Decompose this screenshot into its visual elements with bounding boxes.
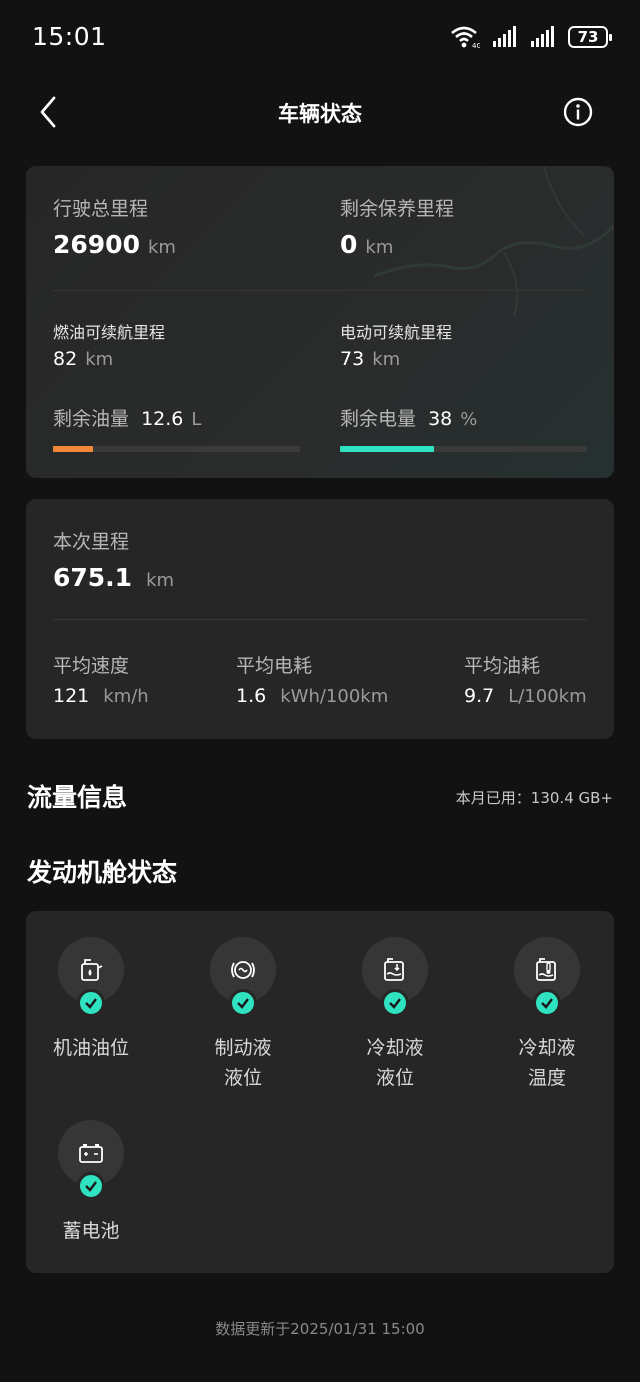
check-icon xyxy=(533,989,561,1017)
trip-mileage-value: 675.1 km xyxy=(53,563,175,592)
check-icon xyxy=(229,989,257,1017)
fuel-remaining: 剩余油量 12.6 L xyxy=(53,408,202,430)
divider xyxy=(53,290,587,291)
avg-elec-label: 平均电耗 xyxy=(236,655,313,677)
ev-range-label: 电动可续航里程 xyxy=(340,323,453,342)
avg-speed-value: 121 km/h xyxy=(53,685,149,707)
oil-can-icon xyxy=(81,959,103,981)
battery-bar-fill xyxy=(340,446,434,452)
status-time: 15:01 xyxy=(32,22,107,51)
divider xyxy=(53,619,587,620)
info-icon[interactable] xyxy=(562,96,594,128)
avg-elec-value: 1.6 kWh/100km xyxy=(236,685,389,707)
traffic-title: 流量信息 xyxy=(27,783,128,812)
avg-speed-label: 平均速度 xyxy=(53,655,130,677)
engine-item-label: 温度 xyxy=(527,1067,566,1089)
trip-card: 本次里程 675.1 km 平均速度 121 km/h 平均电耗 1.6 kWh/10… xyxy=(26,499,614,739)
engine-item-oil-level[interactable]: 机油油位 xyxy=(26,937,156,1097)
engine-item-label: 冷却液 xyxy=(518,1037,576,1059)
coolant-level-icon xyxy=(384,958,404,981)
fuel-range-value: 82 km xyxy=(53,348,114,370)
battery-remaining-value: 38 xyxy=(428,408,453,430)
total-mileage-value: 26900 km xyxy=(53,230,176,259)
status-bar: 15:01 4G 73 xyxy=(0,0,640,74)
coolant-temp-icon xyxy=(536,958,556,981)
battery-remaining-label: 剩余电量 xyxy=(340,408,417,430)
fuel-remaining-label: 剩余油量 xyxy=(53,408,130,430)
engine-item-label: 液位 xyxy=(223,1067,262,1089)
header: 车辆状态 xyxy=(0,80,640,144)
engine-item-battery[interactable]: 蓄电池 xyxy=(26,1120,156,1273)
total-mileage-label: 行驶总里程 xyxy=(53,198,149,220)
fuel-bar-fill xyxy=(53,446,93,452)
car-battery-icon xyxy=(79,1144,103,1163)
engine-item-label: 制动液 xyxy=(214,1037,272,1059)
engine-item-label: 冷却液 xyxy=(366,1037,424,1059)
fuel-range-label: 燃油可续航里程 xyxy=(53,323,166,342)
ev-range-value: 73 km xyxy=(340,348,401,370)
svg-text:4G: 4G xyxy=(472,42,480,49)
maintenance-mileage-label: 剩余保养里程 xyxy=(340,198,455,220)
trip-mileage-label: 本次里程 xyxy=(53,531,130,553)
engine-item-brake-fluid[interactable]: 制动液 液位 xyxy=(178,937,308,1097)
engine-item-label: 液位 xyxy=(375,1067,414,1089)
battery-bar xyxy=(340,446,587,452)
fuel-remaining-value: 12.6 xyxy=(141,408,184,430)
update-time: 数据更新于2025/01/31 15:00 xyxy=(215,1320,425,1338)
maintenance-mileage-value: 0 km xyxy=(340,230,394,259)
signal-icon xyxy=(493,26,516,47)
mileage-card: 行驶总里程 26900 km 剩余保养里程 0 km 燃油可续航里程 82 km 电动… xyxy=(26,166,614,478)
avg-oil-label: 平均油耗 xyxy=(464,655,541,677)
avg-oil-value: 9.7 L/100km xyxy=(464,685,587,707)
page-title: 车辆状态 xyxy=(278,102,362,126)
fuel-bar xyxy=(53,446,300,452)
engine-card: 机油油位 制动液 液位 冷却液 液位 冷却液 温度 蓄电池 xyxy=(26,911,614,1273)
brake-icon xyxy=(231,961,255,979)
engine-item-coolant-temp[interactable]: 冷却液 温度 xyxy=(482,937,612,1097)
battery-icon: 73 xyxy=(568,26,612,48)
engine-item-label: 蓄电池 xyxy=(62,1220,120,1242)
check-icon xyxy=(77,1172,105,1200)
wifi-icon: 4G xyxy=(451,26,480,49)
traffic-used[interactable]: 本月已用：130.4 GB+ xyxy=(456,787,613,808)
engine-item-label: 机油油位 xyxy=(52,1037,129,1059)
check-icon xyxy=(381,989,409,1017)
battery-remaining: 剩余电量 38% xyxy=(340,408,478,430)
status-icons: 4G 73 xyxy=(450,24,612,50)
engine-title: 发动机舱状态 xyxy=(27,858,178,887)
engine-item-coolant-level[interactable]: 冷却液 液位 xyxy=(330,937,460,1097)
signal-icon xyxy=(531,26,554,47)
check-icon xyxy=(77,989,105,1017)
